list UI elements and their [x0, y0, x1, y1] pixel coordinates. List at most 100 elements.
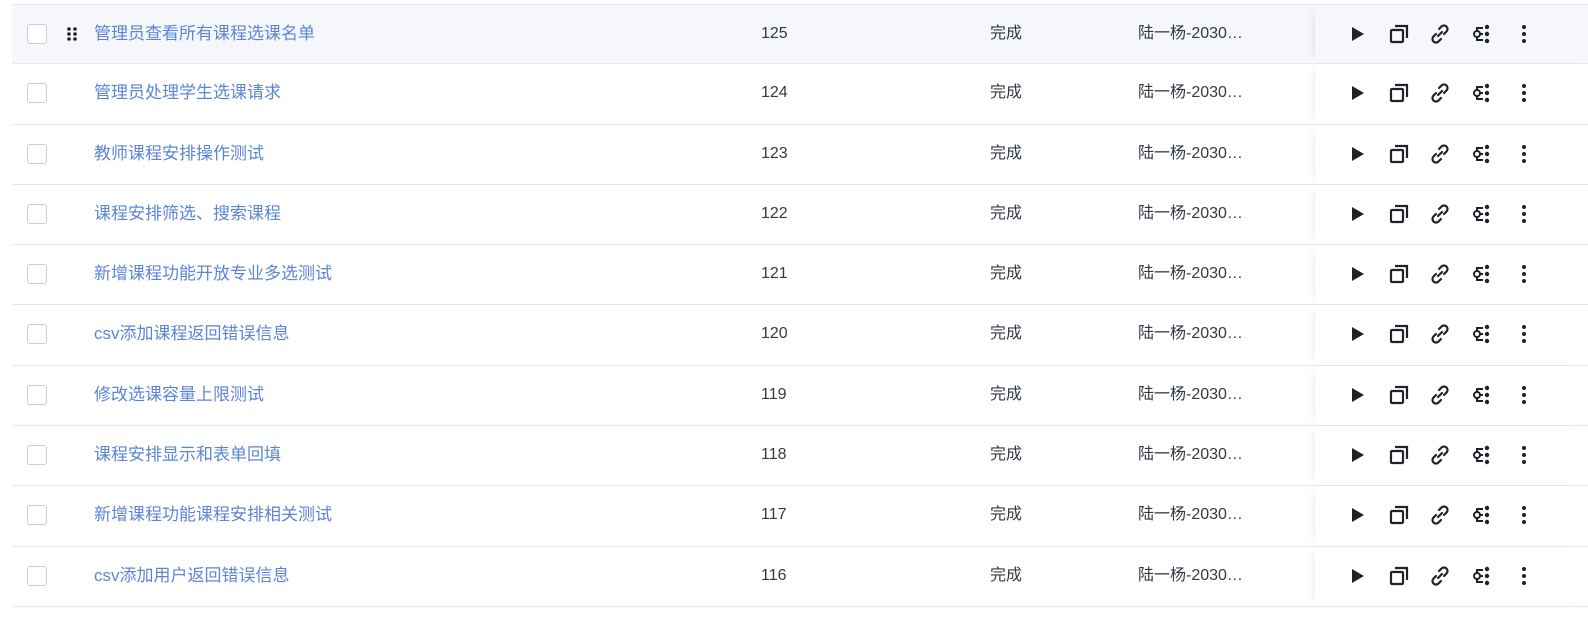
copy-icon[interactable]: [1387, 202, 1411, 226]
status-text: 完成: [990, 204, 1023, 222]
case-name-link[interactable]: 新增课程功能开放专业多选测试: [94, 245, 332, 303]
case-id: 120: [761, 325, 788, 343]
play-icon[interactable]: [1345, 81, 1369, 105]
row-checkbox[interactable]: [27, 24, 47, 44]
table-row[interactable]: 课程安排筛选、搜索课程 122 完成 陆一杨-2030…: [12, 184, 1588, 246]
link-icon[interactable]: [1428, 564, 1452, 588]
status-text: 完成: [990, 325, 1023, 343]
play-icon[interactable]: [1345, 22, 1369, 46]
case-id: 124: [761, 84, 788, 102]
table-row[interactable]: 修改选课容量上限测试 119 完成 陆一杨-2030…: [12, 365, 1588, 427]
flow-icon[interactable]: [1470, 322, 1494, 346]
status-text: 完成: [990, 144, 1023, 162]
owner-text: 陆一杨-2030…: [1138, 325, 1243, 343]
row-checkbox[interactable]: [27, 203, 47, 224]
row-checkbox[interactable]: [27, 384, 47, 405]
flow-icon[interactable]: [1470, 202, 1494, 226]
flow-icon[interactable]: [1470, 443, 1494, 467]
link-icon[interactable]: [1428, 22, 1452, 46]
more-vertical-icon[interactable]: [1512, 322, 1536, 346]
play-icon[interactable]: [1345, 202, 1369, 226]
link-icon[interactable]: [1428, 262, 1452, 286]
more-vertical-icon[interactable]: [1512, 503, 1536, 527]
flow-icon[interactable]: [1470, 22, 1494, 46]
row-actions: [1315, 5, 1588, 64]
row-checkbox[interactable]: [27, 505, 47, 526]
copy-icon[interactable]: [1387, 503, 1411, 527]
play-icon[interactable]: [1345, 383, 1369, 407]
copy-icon[interactable]: [1387, 22, 1411, 46]
table-row[interactable]: 教师课程安排操作测试 123 完成 陆一杨-2030…: [12, 124, 1588, 185]
flow-icon[interactable]: [1470, 564, 1494, 588]
status-text: 完成: [990, 265, 1023, 283]
link-icon[interactable]: [1428, 322, 1452, 346]
play-icon[interactable]: [1345, 322, 1369, 346]
copy-icon[interactable]: [1387, 443, 1411, 467]
owner-text: 陆一杨-2030…: [1138, 144, 1243, 162]
row-checkbox[interactable]: [27, 83, 47, 104]
link-icon[interactable]: [1428, 81, 1452, 105]
play-icon[interactable]: [1345, 142, 1369, 166]
copy-icon[interactable]: [1387, 383, 1411, 407]
flow-icon[interactable]: [1470, 142, 1494, 166]
play-icon[interactable]: [1345, 503, 1369, 527]
case-name-link[interactable]: 课程安排显示和表单回填: [94, 426, 281, 484]
copy-icon[interactable]: [1387, 142, 1411, 166]
flow-icon[interactable]: [1470, 503, 1494, 527]
row-checkbox[interactable]: [27, 324, 47, 345]
link-icon[interactable]: [1428, 503, 1452, 527]
drag-handle-icon[interactable]: [66, 26, 78, 42]
more-vertical-icon[interactable]: [1512, 81, 1536, 105]
table-row[interactable]: csv添加课程返回错误信息 120 完成 陆一杨-2030…: [12, 305, 1588, 366]
play-icon[interactable]: [1345, 443, 1369, 467]
more-vertical-icon[interactable]: [1512, 443, 1536, 467]
table-row[interactable]: csv添加用户返回错误信息 116 完成 陆一杨-2030…: [12, 546, 1588, 607]
table-row[interactable]: 新增课程功能课程安排相关测试 117 完成 陆一杨-2030…: [12, 486, 1588, 547]
owner-text: 陆一杨-2030…: [1138, 566, 1243, 584]
link-icon[interactable]: [1428, 202, 1452, 226]
case-id: 117: [761, 506, 787, 524]
status-text: 完成: [990, 84, 1023, 102]
row-checkbox[interactable]: [27, 264, 47, 285]
table-row[interactable]: 课程安排显示和表单回填 118 完成 陆一杨-2030…: [12, 426, 1588, 487]
row-checkbox[interactable]: [27, 565, 47, 586]
link-icon[interactable]: [1428, 443, 1452, 467]
more-vertical-icon[interactable]: [1512, 142, 1536, 166]
case-name-link[interactable]: csv添加用户返回错误信息: [94, 547, 290, 605]
more-vertical-icon[interactable]: [1512, 202, 1536, 226]
copy-icon[interactable]: [1387, 262, 1411, 286]
owner-text: 陆一杨-2030…: [1138, 25, 1243, 42]
link-icon[interactable]: [1428, 142, 1452, 166]
copy-icon[interactable]: [1387, 322, 1411, 346]
table-row[interactable]: 新增课程功能开放专业多选测试 121 完成 陆一杨-2030…: [12, 245, 1588, 306]
copy-icon[interactable]: [1387, 81, 1411, 105]
table-row[interactable]: 管理员查看所有课程选课名单 125 完成 陆一杨-2030…: [12, 4, 1588, 65]
row-checkbox[interactable]: [27, 445, 47, 466]
row-actions: [1315, 124, 1588, 184]
case-name-link[interactable]: 管理员处理学生选课请求: [94, 64, 281, 122]
row-checkbox[interactable]: [27, 143, 47, 164]
flow-icon[interactable]: [1470, 383, 1494, 407]
play-icon[interactable]: [1345, 262, 1369, 286]
flow-icon[interactable]: [1470, 81, 1494, 105]
more-vertical-icon[interactable]: [1512, 22, 1536, 46]
status-text: 完成: [990, 566, 1023, 584]
case-name-link[interactable]: 管理员查看所有课程选课名单: [94, 5, 315, 63]
flow-icon[interactable]: [1470, 262, 1494, 286]
more-vertical-icon[interactable]: [1512, 262, 1536, 286]
more-vertical-icon[interactable]: [1512, 383, 1536, 407]
more-vertical-icon[interactable]: [1512, 564, 1536, 588]
row-actions: [1315, 64, 1588, 124]
case-name-link[interactable]: csv添加课程返回错误信息: [94, 305, 290, 363]
link-icon[interactable]: [1428, 383, 1452, 407]
case-name-link[interactable]: 修改选课容量上限测试: [94, 366, 264, 424]
owner-text: 陆一杨-2030…: [1138, 84, 1243, 102]
case-name-link[interactable]: 课程安排筛选、搜索课程: [94, 185, 281, 243]
play-icon[interactable]: [1345, 564, 1369, 588]
case-name-link[interactable]: 新增课程功能课程安排相关测试: [94, 486, 332, 544]
status-text: 完成: [990, 506, 1023, 524]
status-text: 完成: [990, 385, 1023, 403]
case-name-link[interactable]: 教师课程安排操作测试: [94, 125, 264, 183]
copy-icon[interactable]: [1387, 564, 1411, 588]
table-row[interactable]: 管理员处理学生选课请求 124 完成 陆一杨-2030…: [12, 64, 1588, 125]
